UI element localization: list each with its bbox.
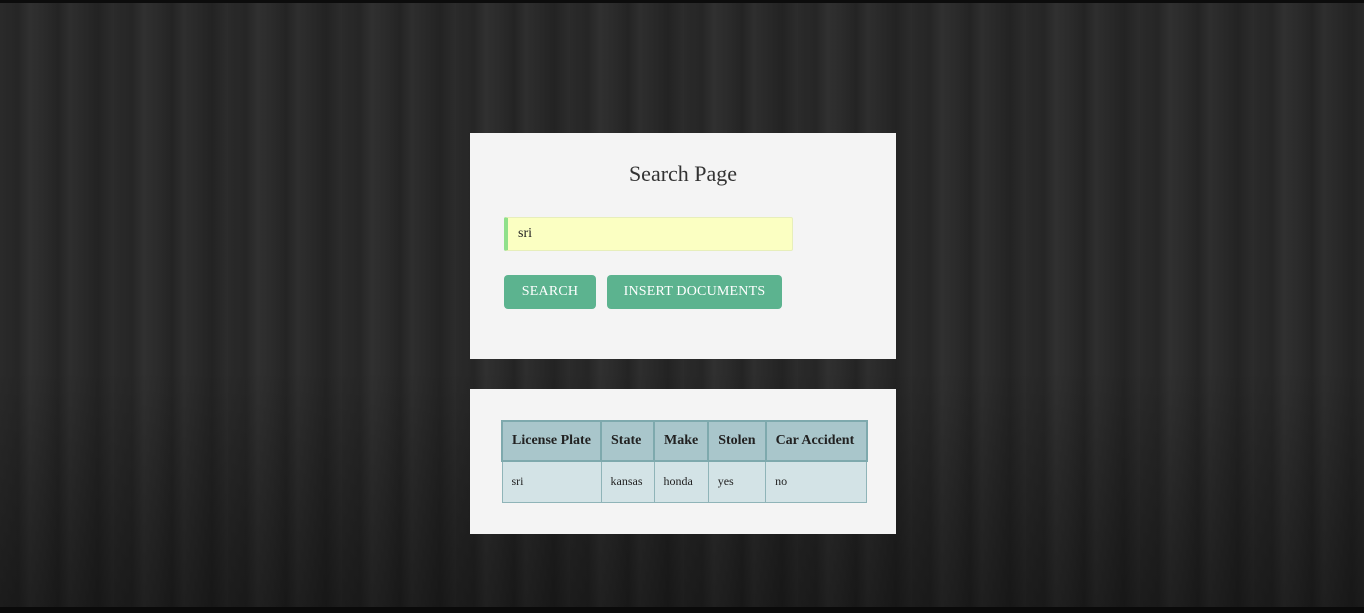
search-panel: Search Page SEARCH INSERT DOCUMENTS — [470, 133, 896, 359]
cell-car-accident: no — [765, 460, 868, 503]
column-header-license-plate: License Plate — [501, 420, 602, 462]
table-row: sri kansas honda yes no — [501, 460, 868, 503]
results-panel: License Plate State Make Stolen Car Acci… — [470, 389, 896, 534]
table-header-row: License Plate State Make Stolen Car Acci… — [501, 420, 868, 462]
column-header-stolen: Stolen — [707, 420, 767, 462]
insert-documents-button[interactable]: INSERT DOCUMENTS — [607, 275, 782, 309]
search-input[interactable] — [504, 217, 793, 251]
search-button[interactable]: SEARCH — [504, 275, 596, 309]
results-table: License Plate State Make Stolen Car Acci… — [501, 420, 868, 503]
top-bar — [0, 0, 1364, 3]
cell-make: honda — [653, 460, 709, 503]
cell-license-plate: sri — [501, 460, 602, 503]
cell-state: kansas — [600, 460, 655, 503]
column-header-state: State — [600, 420, 655, 462]
cell-stolen: yes — [707, 460, 767, 503]
column-header-make: Make — [652, 420, 710, 462]
bottom-bar — [0, 607, 1364, 613]
page-title: Search Page — [628, 161, 738, 186]
column-header-car-accident: Car Accident — [764, 420, 868, 462]
